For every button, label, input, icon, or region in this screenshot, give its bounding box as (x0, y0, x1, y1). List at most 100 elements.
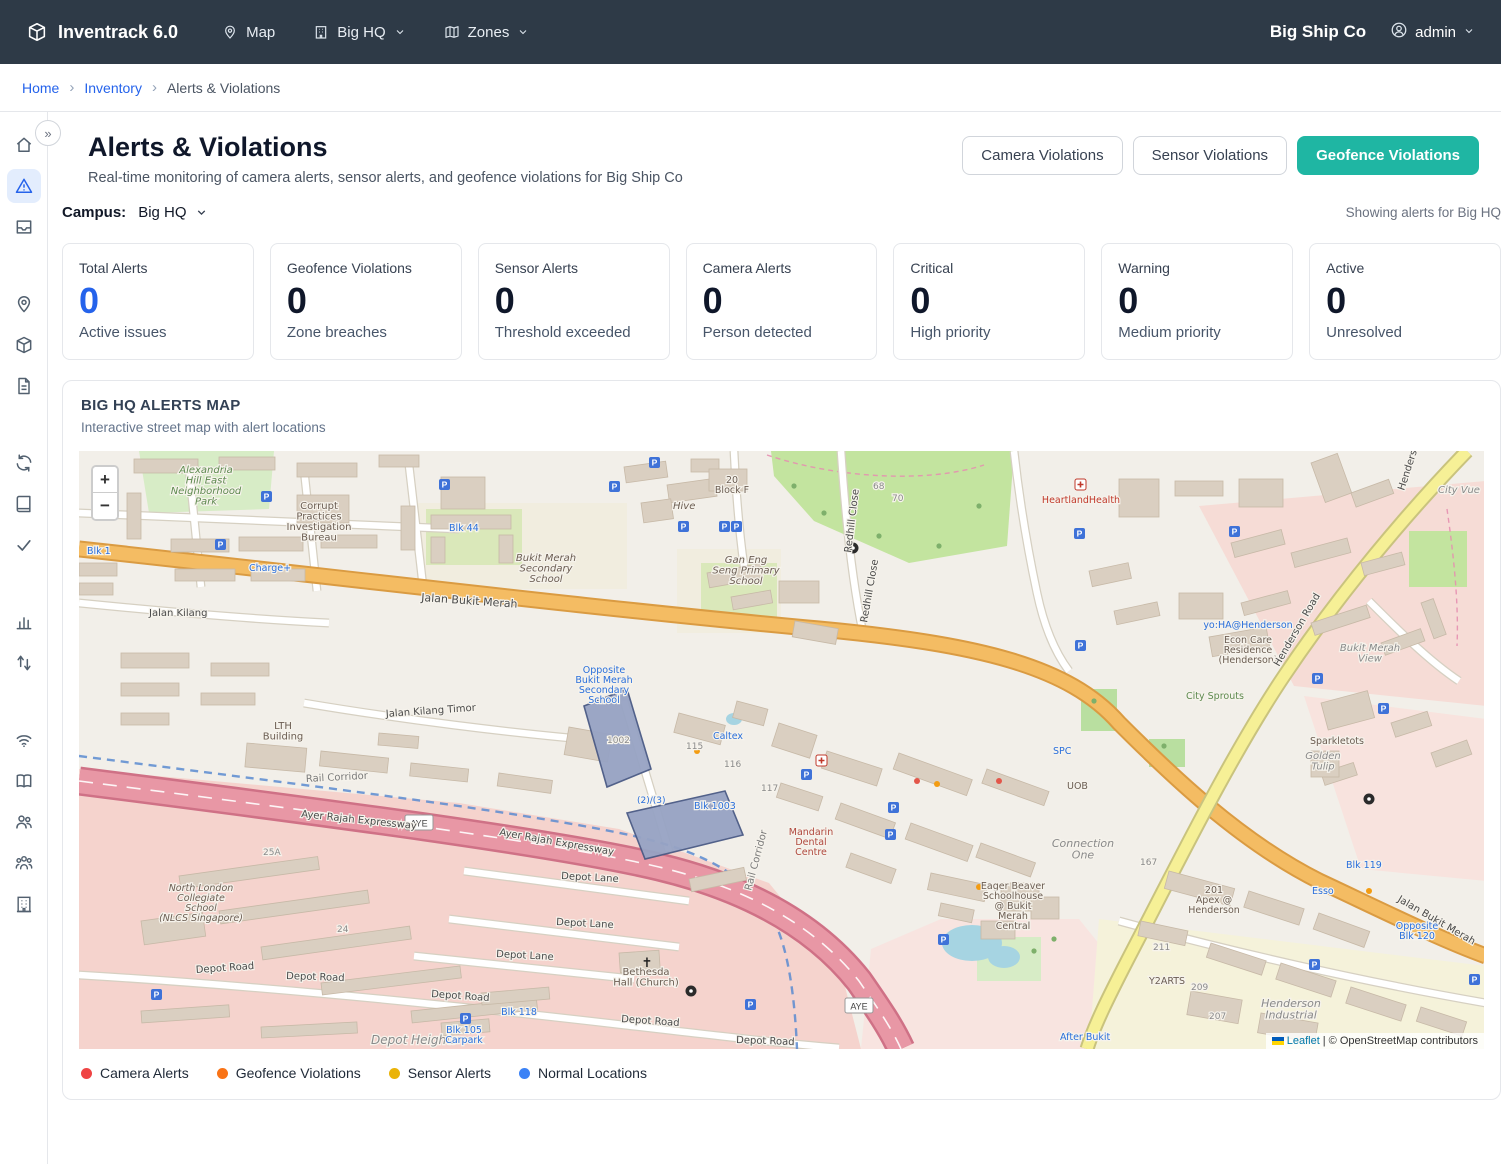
svg-text:P: P (722, 522, 728, 532)
logo-cube-icon (26, 21, 48, 43)
campus-select[interactable]: Big HQ (138, 204, 207, 221)
nav-item-label: Zones (468, 24, 510, 41)
sidebar-users-button[interactable] (7, 805, 41, 839)
parking-marker: P (938, 934, 949, 945)
svg-text:P: P (463, 1014, 469, 1024)
legend-item: Sensor Alerts (389, 1065, 491, 1081)
geofence-violations-button[interactable]: Geofence Violations (1297, 136, 1479, 175)
sidebar-sync-button[interactable] (7, 446, 41, 480)
stat-card: Critical0High priority (893, 243, 1085, 360)
main-content: » Alerts & Violations Real-time monitori… (48, 112, 1501, 1164)
attribution-separator: | (1323, 1035, 1326, 1047)
osm-attribution: © OpenStreetMap contributors (1329, 1035, 1478, 1047)
parking-marker: P (1378, 703, 1389, 714)
legend-dot-icon (81, 1068, 92, 1079)
sidebar-alerts-button[interactable] (7, 169, 41, 203)
stat-value: 0 (703, 280, 861, 322)
top-navbar: Inventrack 6.0 Map Big HQ Zones Big Ship… (0, 0, 1501, 64)
sidebar-catalog-button[interactable] (7, 764, 41, 798)
legend-dot-icon (389, 1068, 400, 1079)
stat-value: 0 (79, 280, 237, 322)
stat-sublabel: Threshold exceeded (495, 324, 653, 341)
stat-value: 0 (495, 280, 653, 322)
map-label: 207 (1209, 1012, 1226, 1022)
stat-value: 0 (910, 280, 1068, 322)
svg-text:P: P (612, 482, 618, 492)
stat-sublabel: Zone breaches (287, 324, 445, 341)
leaflet-link[interactable]: Leaflet (1287, 1035, 1320, 1047)
map-label: Depot Road (286, 971, 345, 984)
map-label: 25A (263, 848, 281, 858)
stat-card: Geofence Violations 0 Zone breaches (270, 243, 462, 360)
map-card-title: BIG HQ ALERTS MAP (81, 397, 1482, 414)
icon-sidebar (0, 112, 48, 1164)
sidebar-package-button[interactable] (7, 328, 41, 362)
zoom-out-button[interactable]: − (93, 493, 117, 519)
stat-value: 0 (287, 280, 445, 322)
svg-text:P: P (748, 1000, 754, 1010)
sensor-violations-button[interactable]: Sensor Violations (1133, 136, 1287, 175)
map-label: 117 (761, 784, 778, 794)
user-name: admin (1415, 24, 1456, 41)
breadcrumb-home[interactable]: Home (22, 80, 59, 96)
map-label: HeartlandHealth (1042, 495, 1120, 506)
nav-item-campus[interactable]: Big HQ (313, 24, 405, 41)
alerts-map-card: BIG HQ ALERTS MAP Interactive street map… (62, 380, 1501, 1100)
breadcrumb-inventory[interactable]: Inventory (84, 80, 142, 96)
camera-violations-button[interactable]: Camera Violations (962, 136, 1122, 175)
stat-sublabel: Unresolved (1326, 324, 1484, 341)
sidebar-book-button[interactable] (7, 487, 41, 521)
map-label: 70 (892, 494, 904, 504)
parking-marker: P (678, 521, 689, 532)
user-menu[interactable]: admin (1390, 21, 1475, 43)
zones-map-icon (444, 24, 460, 40)
svg-text:P: P (941, 935, 947, 945)
map-label: 115 (686, 742, 703, 752)
map-label: Blk 118 (501, 1007, 537, 1018)
map-label: Jalan Kilang (148, 608, 207, 619)
map-label: 1002 (607, 736, 630, 746)
map-label: 167 (1140, 858, 1157, 868)
svg-text:P: P (681, 522, 687, 532)
parking-marker: P (460, 1013, 471, 1024)
svg-text:P: P (888, 830, 894, 840)
svg-text:P: P (442, 480, 448, 490)
sidebar-tasks-button[interactable] (7, 528, 41, 562)
stat-label: Total Alerts (79, 260, 237, 276)
stat-sublabel: Person detected (703, 324, 861, 341)
sidebar-wifi-button[interactable] (7, 723, 41, 757)
sidebar-team-button[interactable] (7, 846, 41, 880)
map-label: Sparkletots (1310, 736, 1364, 747)
page-subtitle: Real-time monitoring of camera alerts, s… (88, 170, 683, 186)
map-label: 24 (337, 925, 349, 935)
sidebar-chart-button[interactable] (7, 605, 41, 639)
sidebar-collapse-button[interactable]: » (35, 120, 61, 146)
campus-value: Big HQ (138, 204, 186, 221)
parking-marker: P (1074, 528, 1085, 539)
map-label: Blk 1 (87, 546, 111, 557)
zoom-in-button[interactable]: + (93, 467, 117, 493)
map-label: UOB (1067, 781, 1088, 792)
sidebar-location-button[interactable] (7, 287, 41, 321)
map-label: Econ CareResidence(Henderson) (1219, 635, 1278, 666)
parking-marker: P (649, 457, 660, 468)
stat-sublabel: Medium priority (1118, 324, 1276, 341)
nav-item-map[interactable]: Map (222, 24, 275, 41)
svg-text:P: P (1381, 704, 1387, 714)
sidebar-inbox-button[interactable] (7, 210, 41, 244)
parking-marker: P (731, 521, 742, 532)
legend-item: Camera Alerts (81, 1065, 189, 1081)
sidebar-transfer-button[interactable] (7, 646, 41, 680)
sidebar-document-button[interactable] (7, 369, 41, 403)
map-label: 68 (873, 482, 885, 492)
nav-item-zones[interactable]: Zones (444, 24, 530, 41)
parking-marker: P (261, 491, 272, 502)
map-canvas[interactable]: ✝ PPPPPPPPPPPPPPPPPPPPPP AYEAYE Alexandr… (79, 451, 1484, 1049)
app-brand[interactable]: Inventrack 6.0 (26, 21, 178, 43)
showing-alerts-text: Showing alerts for Big HQ (1346, 205, 1501, 220)
map-label: After Bukit (1060, 1032, 1111, 1043)
stat-label: Geofence Violations (287, 260, 445, 276)
map-label: 209 (1191, 983, 1208, 993)
stat-value: 0 (1326, 280, 1484, 322)
sidebar-building-button[interactable] (7, 887, 41, 921)
